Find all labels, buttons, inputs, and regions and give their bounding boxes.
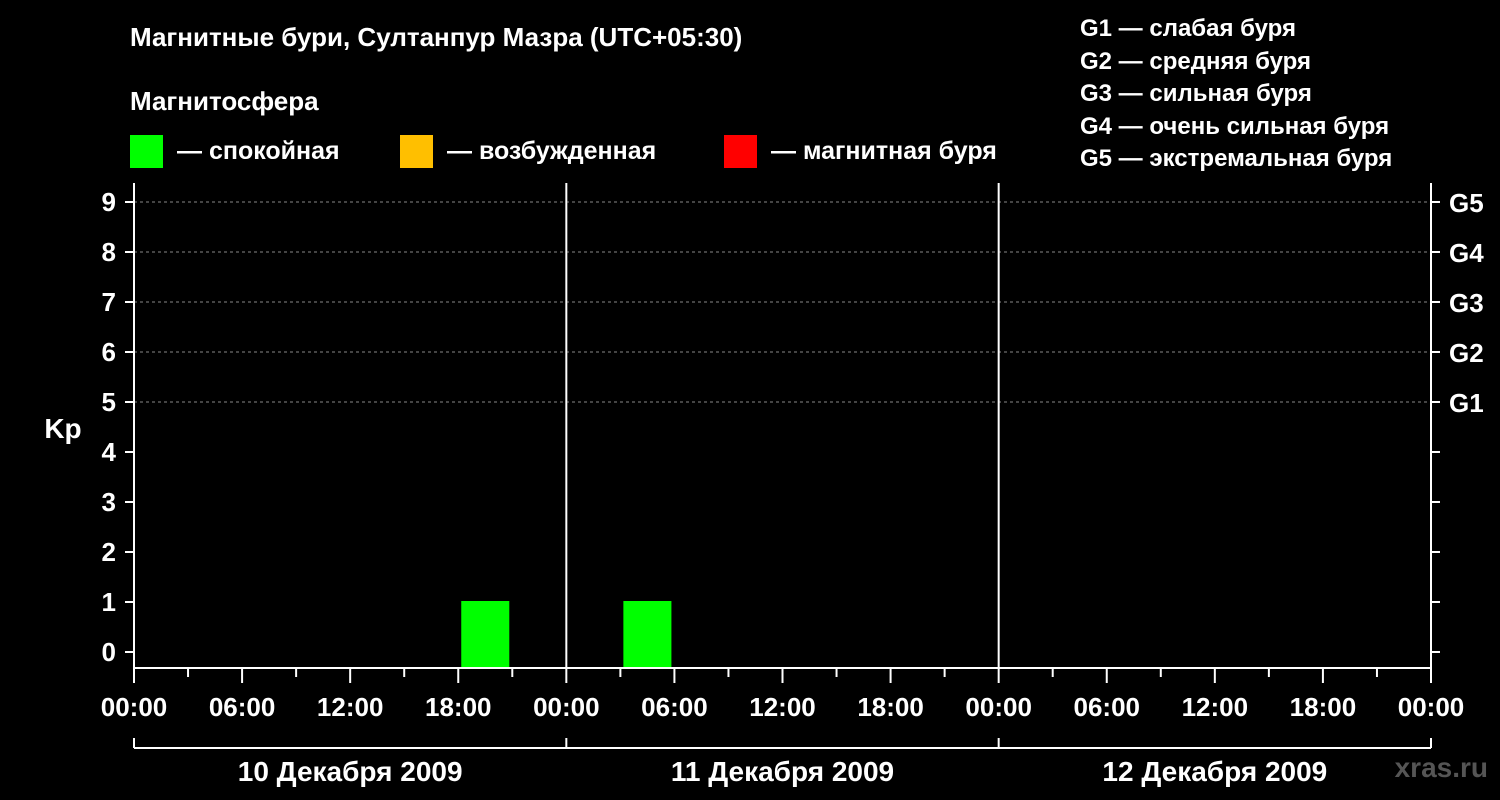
day-label: 12 Декабря 2009 [1102,756,1327,787]
watermark: xras.ru [1394,752,1488,783]
y-tick-label: 8 [102,237,116,267]
g-tick-label: G5 [1449,188,1484,218]
day-label: 11 Декабря 2009 [671,756,894,787]
y-tick-label: 7 [102,287,116,317]
x-tick-label: 18:00 [425,692,492,722]
x-tick-label: 00:00 [533,692,600,722]
g-tick-label: G4 [1449,238,1484,268]
x-tick-label: 18:00 [1290,692,1357,722]
x-tick-label: 00:00 [101,692,168,722]
x-tick-label: 12:00 [1182,692,1249,722]
y-tick-label: 2 [102,537,116,567]
x-tick-label: 12:00 [749,692,816,722]
g-tick-label: G2 [1449,338,1484,368]
y-tick-label: 5 [102,387,116,417]
y-tick-label: 4 [102,437,117,467]
y-tick-label: 3 [102,487,116,517]
y-tick-label: 1 [102,587,116,617]
y-tick-label: 9 [102,187,116,217]
x-tick-label: 06:00 [209,692,276,722]
x-tick-label: 18:00 [857,692,924,722]
y-tick-label: 0 [102,637,116,667]
y-axis-label: Kp [44,413,81,444]
kp-chart: 0 1 2 3 4 5 6 7 8 9 G1 G2 G3 G4 G5 Kp 00:00 06:00 12:00 18:… [44,183,1484,787]
x-tick-label: 00:00 [1398,692,1465,722]
g-tick-label: G3 [1449,288,1484,318]
kp-bar-2 [623,601,672,668]
x-tick-label: 06:00 [1074,692,1141,722]
x-tick-label: 06:00 [641,692,708,722]
y-tick-label: 6 [102,337,116,367]
g-tick-label: G1 [1449,388,1484,418]
x-tick-label: 00:00 [965,692,1032,722]
x-tick-label: 12:00 [317,692,384,722]
day-label: 10 Декабря 2009 [238,756,463,787]
kp-bar-1 [461,601,510,668]
